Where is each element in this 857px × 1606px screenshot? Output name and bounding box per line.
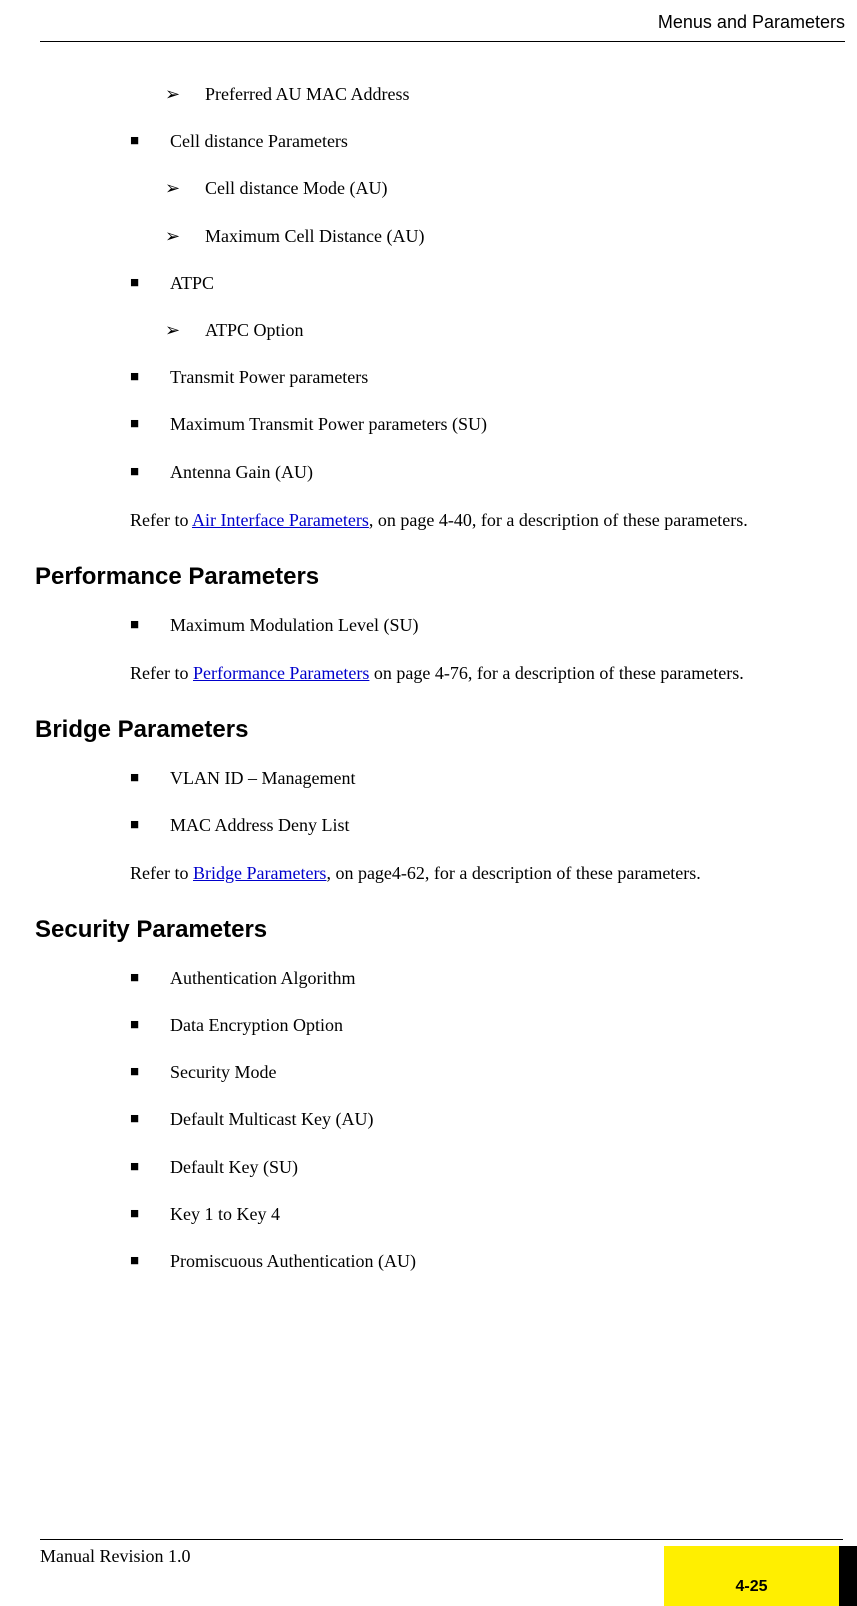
page-content: Preferred AU MAC Address Cell distance P…: [0, 42, 857, 1274]
paragraph: Refer to Air Interface Parameters, on pa…: [130, 507, 822, 535]
text: , on page4-62, for a description of thes…: [326, 863, 700, 883]
list-item: Default Multicast Key (AU): [130, 1107, 822, 1132]
heading-security: Security Parameters: [35, 916, 822, 944]
paragraph: Refer to Performance Parameters on page …: [130, 660, 822, 688]
list-item: Maximum Cell Distance (AU): [165, 224, 822, 249]
text: , on page 4-40, for a description of the…: [369, 510, 748, 530]
text: on page 4-76, for a description of these…: [369, 663, 743, 683]
list-item: MAC Address Deny List: [130, 813, 822, 838]
list-top: Transmit Power parameters Maximum Transm…: [130, 365, 822, 485]
list-performance: Maximum Modulation Level (SU): [130, 613, 822, 638]
heading-performance: Performance Parameters: [35, 563, 822, 591]
list-item: Promiscuous Authentication (AU): [130, 1249, 822, 1274]
text: Refer to: [130, 663, 193, 683]
list-item: Default Key (SU): [130, 1155, 822, 1180]
list-item: Key 1 to Key 4: [130, 1202, 822, 1227]
text: Refer to: [130, 863, 193, 883]
list-item: Antenna Gain (AU): [130, 460, 822, 485]
list-item: Cell distance Parameters: [130, 129, 822, 154]
list-item: Authentication Algorithm: [130, 966, 822, 991]
list-item: Security Mode: [130, 1060, 822, 1085]
list-bridge: VLAN ID – Management MAC Address Deny Li…: [130, 766, 822, 838]
link-performance[interactable]: Performance Parameters: [193, 663, 369, 683]
sublist: Cell distance Mode (AU) Maximum Cell Dis…: [165, 176, 822, 248]
footer-revision: Manual Revision 1.0: [40, 1546, 664, 1567]
page-footer: Manual Revision 1.0 4-25: [0, 1539, 857, 1606]
footer-strip: [839, 1546, 857, 1606]
list-item: ATPC Option: [165, 318, 822, 343]
list-item: Data Encryption Option: [130, 1013, 822, 1038]
heading-bridge: Bridge Parameters: [35, 716, 822, 744]
page-header: Menus and Parameters: [0, 0, 857, 42]
list-item: Preferred AU MAC Address: [165, 82, 822, 107]
sublist-top: Preferred AU MAC Address: [165, 82, 822, 107]
list-top: Cell distance Parameters: [130, 129, 822, 154]
footer-right: 4-25: [664, 1546, 857, 1606]
list-item: Maximum Transmit Power parameters (SU): [130, 412, 822, 437]
list-item: Transmit Power parameters: [130, 365, 822, 390]
list-security: Authentication Algorithm Data Encryption…: [130, 966, 822, 1274]
header-title: Menus and Parameters: [40, 12, 845, 41]
page-number-box: 4-25: [664, 1546, 839, 1606]
list-item: Maximum Modulation Level (SU): [130, 613, 822, 638]
sublist: ATPC Option: [165, 318, 822, 343]
link-bridge[interactable]: Bridge Parameters: [193, 863, 326, 883]
list-top: ATPC: [130, 271, 822, 296]
list-item: ATPC: [130, 271, 822, 296]
paragraph: Refer to Bridge Parameters, on page4-62,…: [130, 860, 822, 888]
list-item: VLAN ID – Management: [130, 766, 822, 791]
page-number: 4-25: [735, 1578, 767, 1596]
link-air-interface[interactable]: Air Interface Parameters: [192, 510, 369, 530]
text: Refer to: [130, 510, 192, 530]
list-item: Cell distance Mode (AU): [165, 176, 822, 201]
